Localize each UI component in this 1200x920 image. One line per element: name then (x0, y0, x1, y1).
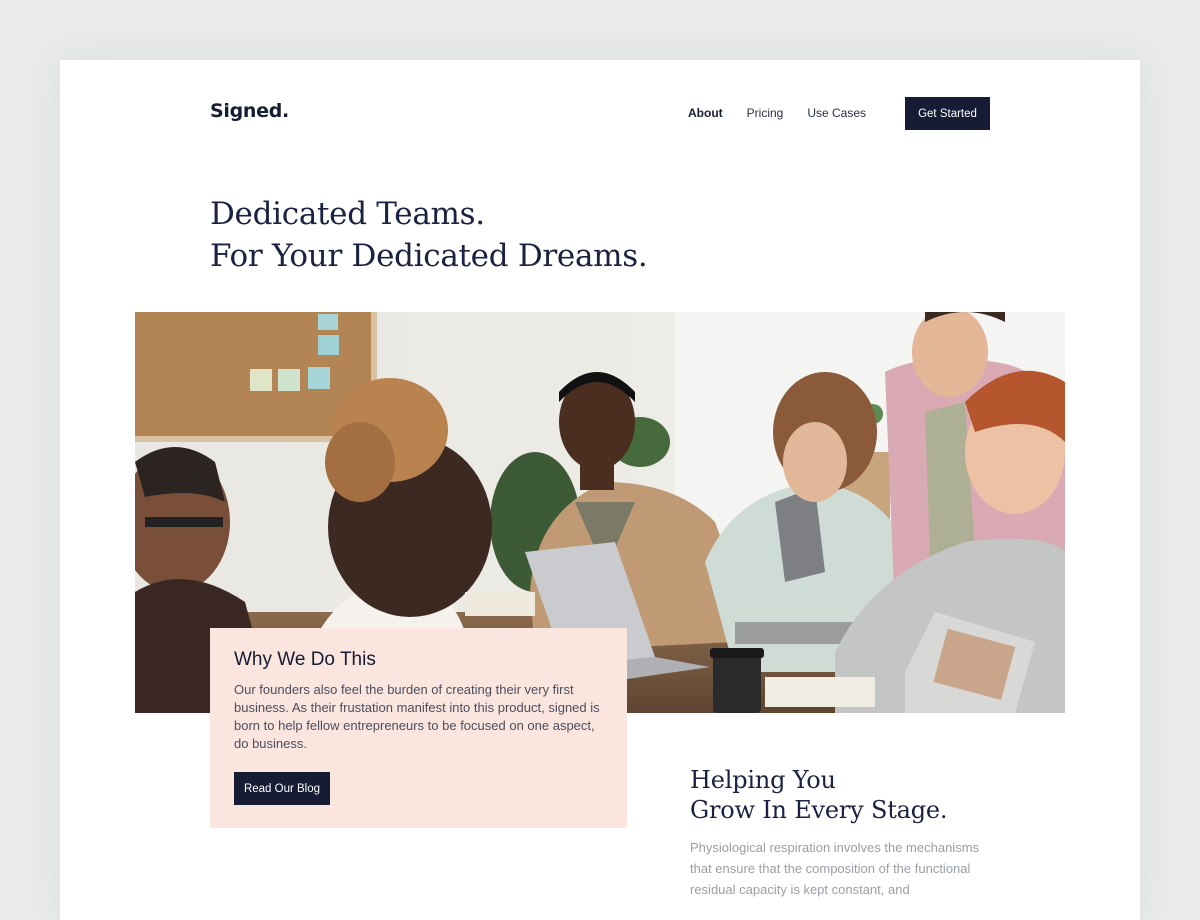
grow-description: Physiological respiration involves the m… (690, 840, 980, 897)
nav-item-about[interactable]: About (688, 106, 723, 120)
hero-title-line-1: Dedicated Teams. (210, 196, 485, 232)
grow-title-line-2: Grow In Every Stage. (690, 796, 948, 824)
why-description: Our founders also feel the burden of cre… (234, 682, 600, 751)
why-title: Why We Do This (234, 649, 376, 670)
main-nav: About Pricing Use Cases (688, 106, 890, 120)
read-blog-button[interactable]: Read Our Blog (234, 772, 330, 805)
grow-title-line-1: Helping You (690, 766, 836, 794)
get-started-button[interactable]: Get Started (905, 97, 990, 130)
why-we-do-this-card: Why We Do This Our founders also feel th… (210, 628, 627, 828)
page-card: Signed. About Pricing Use Cases Get Star… (60, 60, 1140, 920)
hero-title-line-2: For Your Dedicated Dreams. (210, 238, 648, 274)
brand-logo[interactable]: Signed. (210, 100, 289, 122)
nav-item-use-cases[interactable]: Use Cases (807, 106, 866, 120)
nav-item-pricing[interactable]: Pricing (747, 106, 784, 120)
grow-title: Helping You Grow In Every Stage. (690, 765, 948, 825)
hero-title: Dedicated Teams. For Your Dedicated Drea… (210, 193, 648, 277)
